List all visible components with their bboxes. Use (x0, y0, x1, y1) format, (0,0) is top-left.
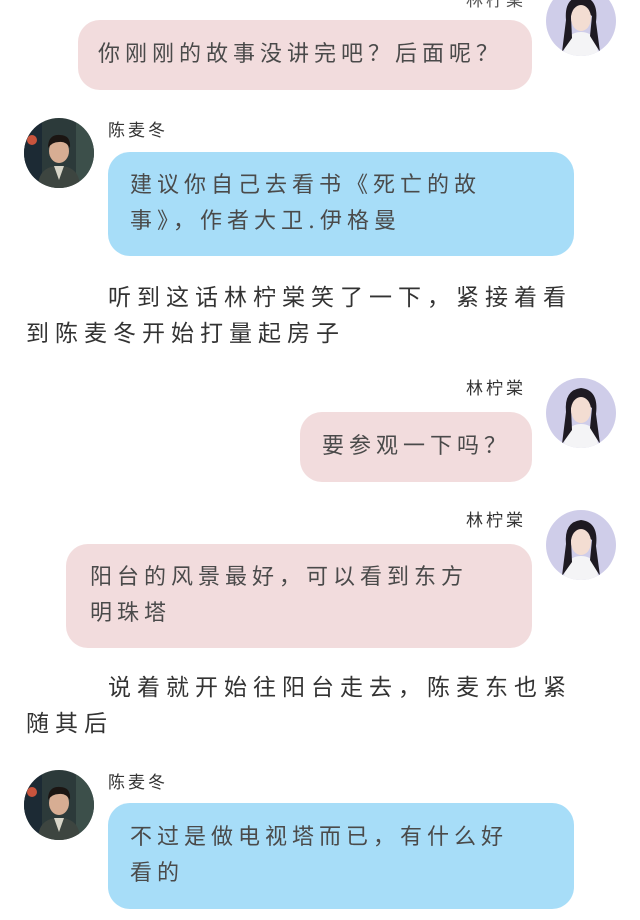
female-avatar-icon (546, 0, 616, 56)
speaker-name: 林柠棠 (466, 511, 526, 531)
female-avatar-icon (546, 510, 616, 580)
message-bubble: 你刚刚的故事没讲完吧？后面呢？ (78, 20, 532, 90)
message-bubble: 阳台的风景最好，可以看到东方明珠塔 (66, 544, 532, 648)
male-avatar-icon (24, 118, 94, 188)
male-avatar-icon (24, 770, 94, 840)
narration-paragraph: 说着就开始往阳台走去，陈麦东也紧随其后 (26, 670, 596, 742)
message-text: 不过是做电视塔而已，有什么好看的 (130, 825, 509, 886)
message-text: 要参观一下吗？ (322, 434, 512, 459)
female-avatar-icon (546, 378, 616, 448)
message-text: 你刚刚的故事没讲完吧？后面呢？ (98, 42, 504, 67)
speaker-name: 陈麦冬 (108, 773, 168, 793)
message-bubble: 不过是做电视塔而已，有什么好看的 (108, 803, 574, 909)
message-bubble: 建议你自己去看书《死亡的故事》，作者大卫.伊格曼 (108, 152, 574, 256)
narration-text: 说着就开始往阳台走去，陈麦东也紧随其后 (26, 675, 572, 737)
narration-text: 听到这话林柠棠笑了一下，紧接着看到陈麦冬开始打量起房子 (26, 285, 572, 347)
speaker-name: 陈麦冬 (108, 121, 168, 141)
speaker-name: 林柠棠 (466, 379, 526, 399)
narration-paragraph: 听到这话林柠棠笑了一下，紧接着看到陈麦冬开始打量起房子 (26, 280, 596, 352)
speaker-name: 林柠棠 (466, 0, 526, 11)
message-text: 建议你自己去看书《死亡的故事》，作者大卫.伊格曼 (130, 173, 482, 234)
message-text: 阳台的风景最好，可以看到东方明珠塔 (90, 565, 469, 626)
message-bubble: 要参观一下吗？ (300, 412, 532, 482)
